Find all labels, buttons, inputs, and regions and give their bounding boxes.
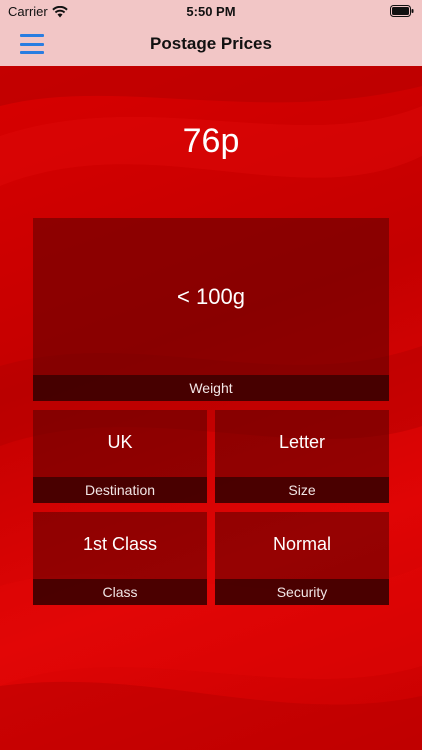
weight-selector[interactable]: < 100g Weight	[33, 218, 389, 401]
destination-label: Destination	[33, 477, 207, 503]
destination-value: UK	[107, 432, 133, 452]
size-label: Size	[215, 477, 389, 503]
status-time: 5:50 PM	[186, 4, 236, 19]
weight-label: Weight	[33, 375, 389, 401]
page-title: Postage Prices	[150, 34, 272, 53]
size-selector[interactable]: Letter Size	[215, 410, 389, 503]
security-value: Normal	[272, 534, 331, 554]
status-bar: Carrier 5:50 PM	[0, 0, 422, 22]
class-value: 1st Class	[82, 534, 158, 554]
battery-icon	[390, 5, 414, 17]
price-display: 76p	[182, 122, 240, 160]
class-selector[interactable]: 1st Class Class	[33, 512, 207, 605]
background-waves	[0, 66, 422, 750]
security-selector[interactable]: Normal Security	[215, 512, 389, 605]
destination-selector[interactable]: UK Destination	[33, 410, 207, 503]
nav-bar: Postage Prices	[0, 22, 422, 67]
weight-value: < 100g	[177, 284, 245, 309]
size-value: Letter	[278, 432, 326, 452]
class-label: Class	[33, 579, 207, 605]
background	[0, 66, 422, 750]
security-label: Security	[215, 579, 389, 605]
